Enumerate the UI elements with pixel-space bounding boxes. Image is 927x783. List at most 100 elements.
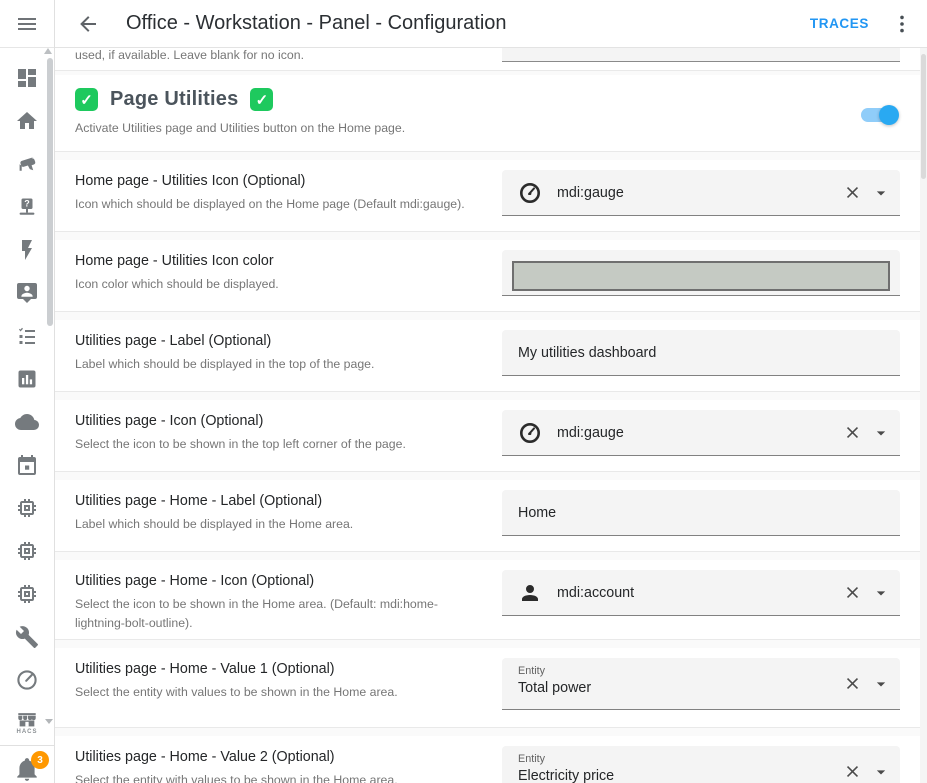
row-description: Select the entity with values to be show… — [75, 683, 398, 702]
row-home-utilities-icon: Home page - Utilities Icon (Optional) Ic… — [55, 160, 927, 232]
page-title: Office - Workstation - Panel - Configura… — [126, 12, 507, 35]
section-description: Activate Utilities page and Utilities bu… — [55, 111, 927, 135]
flash-icon — [15, 238, 39, 262]
toggle-knob — [879, 105, 899, 125]
chip-icon — [15, 582, 39, 606]
chip-icon — [15, 539, 39, 563]
chevron-down-icon[interactable] — [871, 674, 891, 694]
row-utilities-home-icon: Utilities page - Home - Icon (Optional) … — [55, 560, 927, 640]
config-form: used, if available. Leave blank for no i… — [55, 48, 927, 783]
partial-row-description: used, if available. Leave blank for no i… — [75, 48, 304, 62]
row-utilities-page-icon: Utilities page - Icon (Optional) Select … — [55, 400, 927, 472]
person-tooltip-icon — [15, 281, 39, 305]
check-mark-emoji-icon: ✓ — [75, 88, 98, 111]
sidebar-item-tools[interactable] — [0, 615, 54, 658]
text-input-field[interactable]: My utilities dashboard — [502, 330, 900, 376]
clear-icon[interactable] — [843, 674, 862, 693]
entity-select-field[interactable]: Entity Total power — [502, 658, 900, 710]
color-picker-field[interactable] — [502, 250, 900, 296]
overflow-menu-icon[interactable] — [890, 12, 914, 36]
row-label: Utilities page - Home - Label (Optional) — [75, 493, 353, 509]
hacs-dropdown-caret-icon[interactable] — [45, 719, 53, 724]
home-icon — [15, 109, 39, 133]
chevron-down-icon[interactable] — [871, 762, 891, 782]
app-window: ? — [0, 0, 927, 783]
sidebar-item-speedtest[interactable] — [0, 658, 54, 701]
row-description: Label which should be displayed in the H… — [75, 515, 353, 534]
field-value: Electricity price — [518, 768, 614, 783]
wrench-icon — [15, 625, 39, 649]
hacs-label: HACS — [16, 729, 37, 735]
row-utilities-home-value-1: Utilities page - Home - Value 1 (Optiona… — [55, 648, 927, 728]
sidebar: ? — [0, 0, 55, 783]
field-value: mdi:account — [557, 585, 634, 601]
notification-badge: 3 — [31, 751, 49, 769]
section-title: Page Utilities — [110, 88, 238, 111]
hacs-store-icon — [16, 712, 38, 728]
sidebar-item-persons[interactable] — [0, 271, 54, 314]
icon-select-field[interactable]: mdi:account — [502, 570, 900, 616]
sidebar-item-dashboard[interactable] — [0, 56, 54, 99]
sidebar-item-cloud[interactable] — [0, 400, 54, 443]
row-label: Utilities page - Label (Optional) — [75, 333, 374, 349]
clear-icon[interactable] — [843, 583, 862, 602]
sidebar-item-integration-1[interactable] — [0, 486, 54, 529]
row-utilities-home-value-2: Utilities page - Home - Value 2 (Optiona… — [55, 736, 927, 783]
page-scrollbar[interactable] — [920, 48, 927, 783]
row-utilities-home-label: Utilities page - Home - Label (Optional)… — [55, 480, 927, 552]
field-value: My utilities dashboard — [518, 345, 656, 361]
sidebar-item-integration-3[interactable] — [0, 572, 54, 615]
sidebar-divider — [0, 745, 54, 746]
page-scrollbar-thumb[interactable] — [921, 54, 926, 179]
icon-select-field[interactable]: mdi:gauge — [502, 410, 900, 456]
sidebar-item-integration-2[interactable] — [0, 529, 54, 572]
gauge-icon — [518, 421, 542, 445]
check-mark-emoji-icon: ✓ — [250, 88, 273, 111]
back-arrow-icon[interactable] — [76, 12, 100, 36]
chevron-down-icon[interactable] — [871, 183, 891, 203]
chevron-down-icon[interactable] — [871, 423, 891, 443]
sidebar-item-notifications[interactable]: 3 — [0, 750, 54, 783]
chart-box-icon — [15, 367, 39, 391]
sidebar-menu-button[interactable] — [0, 0, 54, 48]
sidebar-item-cameras[interactable] — [0, 142, 54, 185]
clear-icon[interactable] — [843, 423, 862, 442]
sidebar-item-history-stats[interactable] — [0, 357, 54, 400]
field-value: Total power — [518, 680, 591, 696]
row-label: Utilities page - Home - Value 1 (Optiona… — [75, 661, 398, 677]
icon-select-field[interactable]: mdi:gauge — [502, 170, 900, 216]
row-label: Home page - Utilities Icon (Optional) — [75, 173, 465, 189]
section-title-row: ✓ Page Utilities ✓ — [55, 75, 927, 111]
sidebar-item-home[interactable] — [0, 99, 54, 142]
app-header: Office - Workstation - Panel - Configura… — [55, 0, 927, 48]
partial-row-input[interactable] — [502, 48, 900, 62]
entity-select-field[interactable]: Entity Electricity price — [502, 746, 900, 783]
clear-icon[interactable] — [843, 183, 862, 202]
chevron-down-icon[interactable] — [871, 583, 891, 603]
sidebar-item-hacs[interactable]: HACS — [0, 701, 54, 745]
sidebar-nav: ? — [0, 56, 54, 745]
hamburger-menu-icon — [15, 12, 39, 36]
sidebar-item-energy[interactable] — [0, 228, 54, 271]
row-label: Home page - Utilities Icon color — [75, 253, 279, 269]
account-icon — [518, 581, 542, 605]
field-value: mdi:gauge — [557, 185, 624, 201]
row-home-utilities-icon-color: Home page - Utilities Icon color Icon co… — [55, 240, 927, 312]
traces-button[interactable]: TRACES — [810, 16, 869, 31]
row-description: Select the icon to be shown in the top l… — [75, 435, 406, 454]
section-page-utilities: ✓ Page Utilities ✓ Activate Utilities pa… — [55, 75, 927, 152]
row-description: Icon color which should be displayed. — [75, 275, 279, 294]
page-utilities-toggle[interactable] — [861, 108, 896, 122]
clear-icon[interactable] — [843, 762, 862, 781]
sidebar-item-todo-lists[interactable] — [0, 314, 54, 357]
row-label: Utilities page - Home - Icon (Optional) — [75, 573, 471, 589]
sidebar-item-calendar[interactable] — [0, 443, 54, 486]
network-question-icon: ? — [15, 195, 39, 219]
field-value: Home — [518, 505, 556, 521]
row-utilities-page-label: Utilities page - Label (Optional) Label … — [55, 320, 927, 392]
sidebar-scroll-up-arrow[interactable] — [44, 48, 52, 54]
text-input-field[interactable]: Home — [502, 490, 900, 536]
field-floating-label: Entity — [518, 665, 545, 677]
color-swatch[interactable] — [512, 261, 890, 291]
sidebar-item-network-help[interactable]: ? — [0, 185, 54, 228]
